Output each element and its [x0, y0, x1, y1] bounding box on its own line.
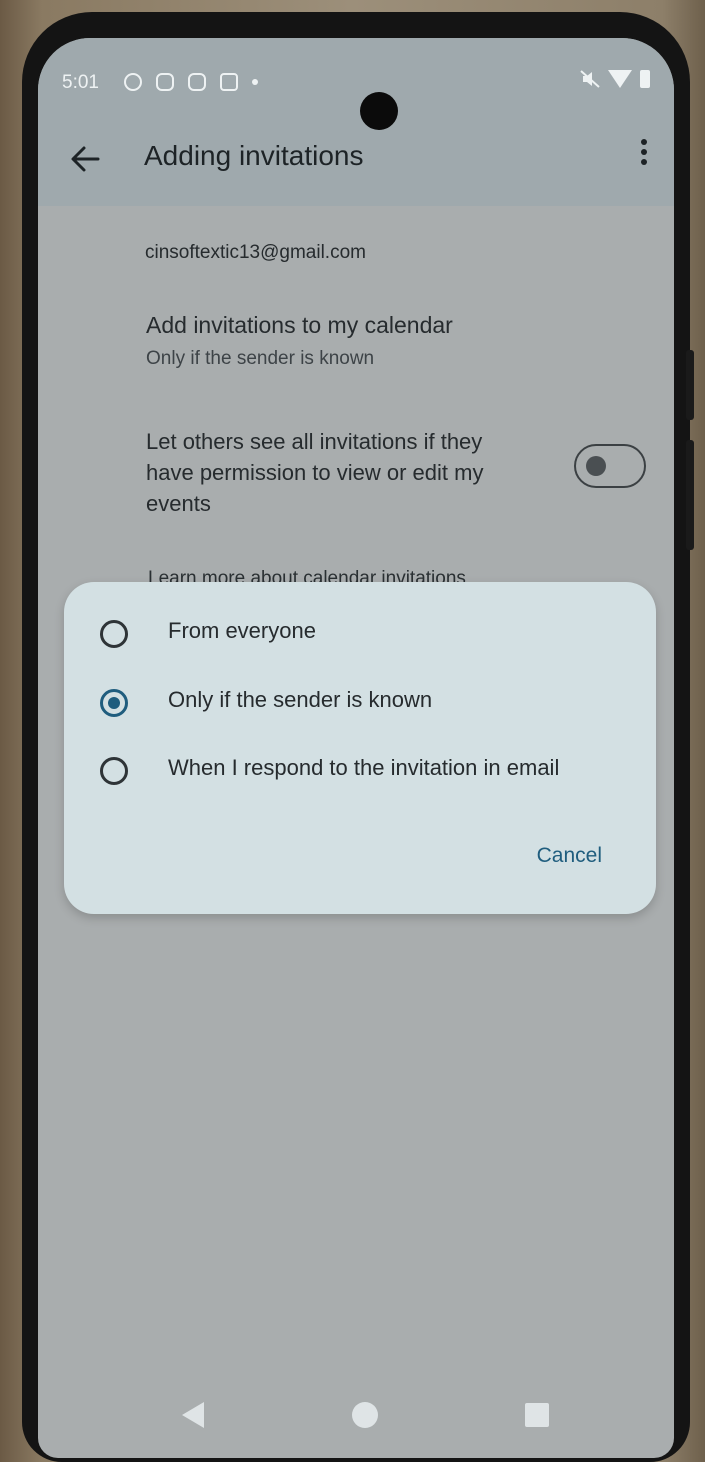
option-label: When I respond to the invitation in emai… [168, 755, 560, 780]
volume-button [686, 350, 694, 420]
wifi-icon [608, 70, 632, 88]
system-icons [580, 70, 650, 88]
front-camera [360, 92, 398, 130]
add-invitations-title: Add invitations to my calendar [146, 312, 453, 338]
cancel-button[interactable]: Cancel [537, 844, 602, 868]
option-respond-email[interactable]: When I respond to the invitation in emai… [64, 741, 656, 799]
bag-icon [188, 73, 206, 91]
message-icon [220, 73, 238, 91]
phone-screen: 5:01 Adding invitations cinsoftextic13@g… [38, 38, 674, 1458]
nav-back-icon[interactable] [182, 1402, 204, 1428]
radio-selected-icon[interactable] [100, 689, 128, 717]
add-invitations-value: Only if the sender is known [146, 348, 375, 369]
notification-icons [124, 73, 258, 91]
sim-icon [156, 73, 174, 91]
more-vert-icon[interactable] [634, 138, 654, 168]
app-bar: 5:01 Adding invitations [38, 38, 674, 206]
mute-icon [580, 70, 600, 88]
more-notifications-dot-icon [252, 79, 258, 85]
power-button [686, 440, 694, 550]
radio-unselected-icon[interactable] [100, 757, 128, 785]
option-label: From everyone [168, 618, 316, 643]
navigation-bar [38, 1386, 674, 1446]
app-notification-icon [124, 73, 142, 91]
nav-home-icon[interactable] [352, 1402, 378, 1428]
page-title: Adding invitations [144, 140, 364, 171]
option-from-everyone[interactable]: From everyone [64, 604, 656, 662]
nav-recents-icon[interactable] [525, 1403, 549, 1427]
status-bar: 5:01 [62, 70, 650, 130]
add-invitations-dialog: From everyone Only if the sender is know… [64, 582, 656, 914]
share-invitations-label: Let others see all invitations if they h… [146, 429, 484, 516]
share-invitations-toggle[interactable] [574, 444, 646, 488]
account-email: cinsoftextic13@gmail.com [145, 242, 366, 263]
radio-unselected-icon[interactable] [100, 620, 128, 648]
status-time: 5:01 [62, 72, 99, 93]
option-label: Only if the sender is known [168, 687, 433, 712]
toggle-knob [586, 456, 606, 476]
arrow-left-icon[interactable] [68, 142, 102, 176]
option-sender-known[interactable]: Only if the sender is known [64, 673, 656, 731]
battery-icon [640, 70, 650, 88]
